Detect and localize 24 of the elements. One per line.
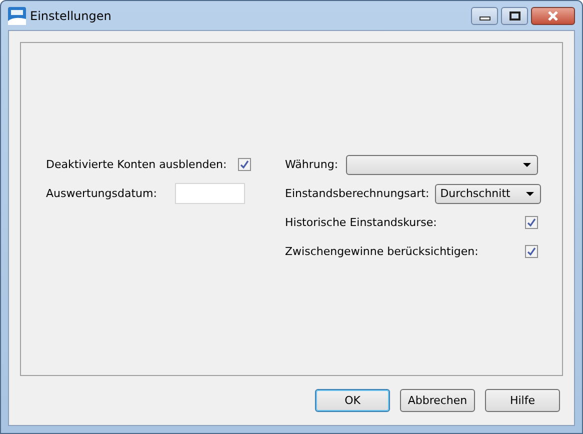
dropdown[interactable]: Durchschnitt <box>435 184 542 204</box>
maximize-button[interactable] <box>501 7 528 25</box>
field-label: Währung: <box>285 158 340 171</box>
dialog-button[interactable]: OK <box>315 389 390 412</box>
dialog-button[interactable]: Abbrechen <box>400 389 475 412</box>
dialog-button[interactable]: Hilfe <box>485 389 560 412</box>
window-title: Einstellungen <box>30 8 112 22</box>
field-label: Auswertungsdatum: <box>46 187 158 200</box>
checkbox[interactable] <box>525 245 538 258</box>
checkbox[interactable] <box>525 216 538 229</box>
field-label: Zwischengewinne berücksichtigen: <box>285 245 480 258</box>
caret-icon <box>523 162 531 166</box>
app-logo-icon <box>8 6 26 24</box>
date-input-field[interactable] <box>175 183 245 204</box>
field-label: Historische Einstandskurse: <box>285 216 438 229</box>
checkbox[interactable] <box>238 158 251 171</box>
field-label: Deaktivierte Konten ausblenden: <box>46 158 228 171</box>
close-button[interactable] <box>531 7 575 25</box>
dropdown[interactable] <box>346 154 538 174</box>
restore-icon <box>508 11 520 21</box>
caret-icon <box>526 192 534 196</box>
field-label: Einstandsberechnungsart: <box>285 187 430 200</box>
minimize-button[interactable] <box>471 7 498 25</box>
close-icon <box>546 11 560 21</box>
